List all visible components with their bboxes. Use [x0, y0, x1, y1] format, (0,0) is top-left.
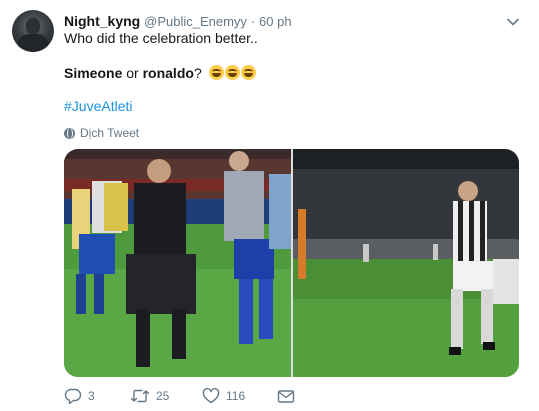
envelope-icon	[277, 390, 295, 403]
retweet-button[interactable]: 25	[130, 388, 202, 404]
tweet-actions: 3 25 116	[64, 388, 295, 404]
photo-ronaldo-celebration[interactable]	[293, 149, 519, 377]
reply-button[interactable]: 3	[64, 388, 130, 404]
mention-ronaldo: ronaldo	[142, 65, 194, 81]
chevron-down-icon[interactable]	[505, 14, 521, 30]
retweet-count: 25	[156, 389, 170, 403]
tweet-text-line-1: Who did the celebration better..	[64, 30, 258, 46]
direct-message-button[interactable]	[277, 388, 295, 404]
mention-simeone: Simeone	[64, 65, 123, 81]
translate-tweet-link[interactable]: Dịch Tweet	[64, 126, 139, 140]
display-name[interactable]: Night_kyng	[64, 13, 140, 29]
tweet-text-line-2: Simeone or ronaldo?	[64, 64, 257, 82]
timestamp[interactable]: 60 ph	[259, 14, 292, 29]
retweet-icon	[130, 389, 150, 403]
user-handle[interactable]: @Public_Enemyy	[144, 14, 247, 29]
like-count: 116	[226, 389, 246, 403]
photo-simeone-celebration[interactable]	[64, 149, 291, 377]
or-word: or	[122, 65, 143, 81]
globe-icon	[64, 127, 75, 139]
reply-icon	[64, 388, 82, 404]
laughing-emoji-icon	[208, 65, 224, 80]
reply-count: 3	[88, 389, 95, 403]
avatar-head-shape	[26, 18, 40, 34]
translate-label: Dịch Tweet	[80, 126, 140, 140]
laughing-emoji-icon	[224, 65, 240, 80]
like-button[interactable]: 116	[202, 388, 277, 404]
hashtag-link[interactable]: #JuveAtleti	[64, 98, 132, 114]
tweet-card[interactable]: Night_kyng @Public_Enemyy · 60 ph Who di…	[0, 0, 539, 411]
avatar[interactable]	[12, 10, 54, 52]
media-grid	[64, 149, 519, 377]
separator-dot: ·	[250, 14, 256, 29]
heart-icon	[202, 388, 220, 404]
question-mark: ?	[193, 65, 202, 81]
laughing-emoji-icon	[240, 65, 256, 80]
avatar-body-shape	[18, 34, 48, 52]
